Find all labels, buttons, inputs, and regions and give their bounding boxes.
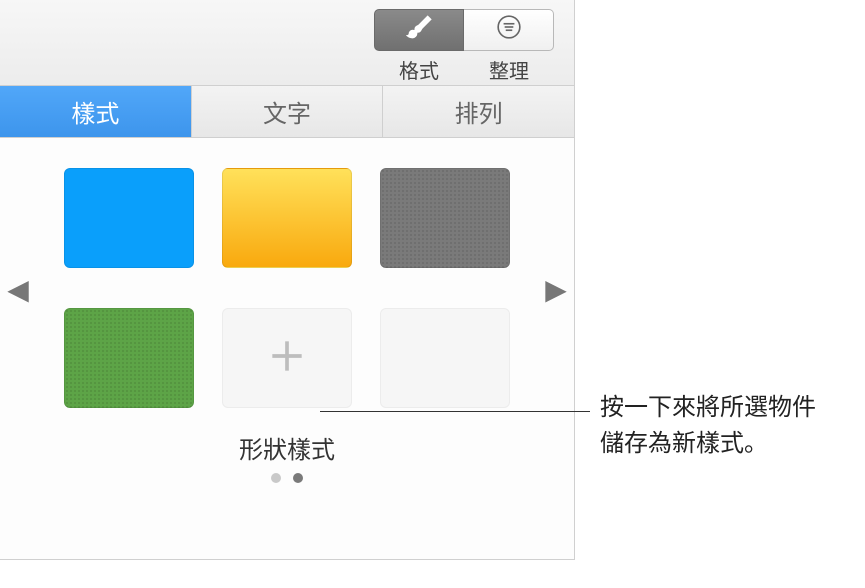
arrange-icon: [496, 14, 522, 45]
callout-text: 按一下來將所選物件 儲存為新樣式。: [600, 390, 850, 462]
pager-dot-2[interactable]: [293, 473, 303, 483]
shape-styles-area: ◀ ▶ 形狀樣式: [0, 138, 574, 493]
style-swatch-gray[interactable]: [380, 168, 510, 268]
paintbrush-icon: [406, 14, 432, 45]
style-swatch-empty: [380, 308, 510, 408]
style-swatch-green[interactable]: [64, 308, 194, 408]
shape-styles-label: 形狀樣式: [0, 430, 574, 465]
style-swatch-blue[interactable]: [64, 168, 194, 268]
tab-text[interactable]: 文字: [192, 86, 384, 137]
tab-arrange[interactable]: 排列: [383, 86, 574, 137]
format-mode-label: 格式: [399, 55, 439, 84]
styles-pager: [0, 473, 574, 483]
inspector-mode-segmented: 格式 整理: [374, 1, 554, 85]
tab-style[interactable]: 樣式: [0, 86, 192, 137]
arrange-mode-button[interactable]: 整理: [464, 1, 554, 85]
pager-dot-1[interactable]: [271, 473, 281, 483]
callout-leader-line: [320, 411, 590, 412]
tab-style-label: 樣式: [71, 94, 119, 129]
styles-prev-arrow[interactable]: ◀: [6, 273, 30, 306]
styles-footer: 形狀樣式: [0, 430, 574, 483]
callout-line2: 儲存為新樣式。: [600, 430, 768, 457]
add-style-button[interactable]: [222, 308, 352, 408]
tab-arrange-label: 排列: [455, 94, 503, 129]
tab-text-label: 文字: [263, 94, 311, 129]
inspector-panel: 格式 整理 樣式 文字 排列 ◀ ▶: [0, 0, 575, 560]
styles-next-arrow[interactable]: ▶: [544, 273, 568, 306]
inspector-toolbar: 格式 整理: [0, 0, 574, 86]
callout-line1: 按一下來將所選物件: [600, 394, 816, 421]
style-swatch-yellow[interactable]: [222, 168, 352, 268]
arrange-mode-label: 整理: [489, 55, 529, 84]
format-mode-button[interactable]: 格式: [374, 1, 464, 85]
inspector-tabs: 樣式 文字 排列: [0, 86, 574, 138]
plus-icon: [265, 334, 309, 383]
style-swatch-grid: [0, 168, 574, 408]
